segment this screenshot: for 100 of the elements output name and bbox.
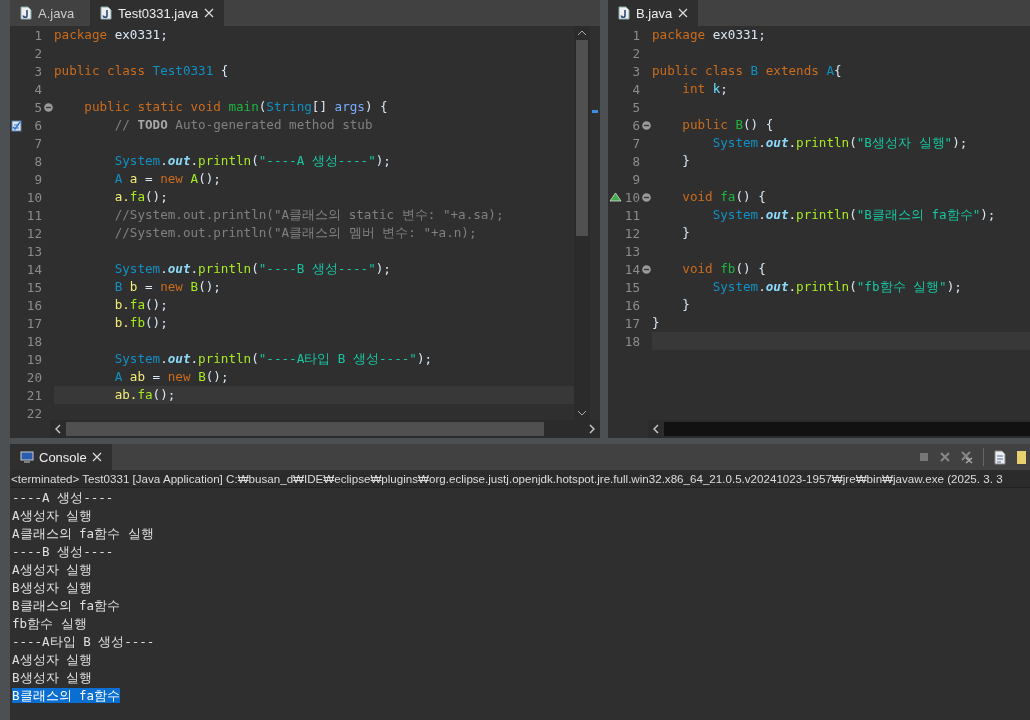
document-icon[interactable] bbox=[993, 449, 1007, 465]
line-number: 5 bbox=[631, 99, 640, 115]
code-line: A a = new A(); bbox=[113, 170, 222, 188]
line-number: 16 bbox=[25, 297, 42, 313]
code-line: } bbox=[681, 224, 691, 242]
code-line: package ex0331; bbox=[652, 26, 767, 44]
line-number: 13 bbox=[25, 243, 42, 259]
code-line: int k; bbox=[681, 80, 729, 98]
console-output-line: B클래스의 fa함수 bbox=[12, 598, 121, 613]
line-number: 9 bbox=[33, 171, 42, 187]
code-line: } bbox=[681, 152, 691, 170]
line-number: 14 bbox=[25, 261, 42, 277]
console-output-line: A생성자 실행 bbox=[12, 562, 93, 577]
console-output-line: A생성자 실행 bbox=[12, 652, 93, 667]
code-line: // TODO Auto-generated method stub bbox=[113, 116, 374, 134]
line-number: 20 bbox=[25, 369, 42, 385]
editor-tab[interactable]: B.java bbox=[608, 0, 699, 26]
java-file-icon bbox=[20, 6, 32, 20]
line-number: 10 bbox=[623, 189, 640, 205]
close-icon[interactable] bbox=[204, 8, 215, 18]
java-file-icon bbox=[618, 6, 630, 20]
line-number: 3 bbox=[33, 63, 42, 79]
code-line: System.out.println("B클래스의 fa함수"); bbox=[711, 206, 997, 224]
code-line: //System.out.println("A클래스의 멤버 변수: "+a.n); bbox=[113, 224, 478, 242]
vertical-scrollbar[interactable] bbox=[574, 26, 590, 420]
fold-collapse-icon[interactable] bbox=[641, 120, 651, 130]
code-line: b.fa(); bbox=[113, 296, 169, 314]
line-number: 7 bbox=[33, 135, 42, 151]
line-number: 17 bbox=[25, 315, 42, 331]
line-number: 11 bbox=[623, 207, 640, 223]
line-number: 14 bbox=[623, 261, 640, 277]
line-number: 8 bbox=[33, 153, 42, 169]
line-number: 12 bbox=[623, 225, 640, 241]
console-output-line: A클래스의 fa함수 실행 bbox=[12, 526, 154, 541]
line-number: 18 bbox=[623, 333, 640, 349]
code-line: void fb() { bbox=[681, 260, 767, 278]
line-number: 15 bbox=[25, 279, 42, 295]
close-icon[interactable] bbox=[678, 8, 689, 18]
line-number: 15 bbox=[623, 279, 640, 295]
console-output-line: A생성자 실행 bbox=[12, 508, 93, 523]
line-number: 6 bbox=[33, 117, 42, 133]
line-number: 3 bbox=[631, 63, 640, 79]
line-number: 21 bbox=[25, 387, 42, 403]
console-output-line: B생성자 실행 bbox=[12, 580, 93, 595]
line-number: 22 bbox=[25, 405, 42, 420]
code-line: System.out.println("B생성자 실행"); bbox=[711, 134, 969, 152]
editor-tab[interactable]: A.java bbox=[10, 0, 90, 26]
code-line: b.fb(); bbox=[113, 314, 169, 332]
code-line: A ab = new B(); bbox=[113, 368, 230, 386]
console-output-line: fb함수 실행 bbox=[12, 616, 87, 631]
code-line: package ex0331; bbox=[54, 26, 169, 44]
console-output-line: ----A 생성---- bbox=[12, 490, 114, 505]
code-line: B b = new B(); bbox=[113, 278, 222, 296]
line-number: 16 bbox=[623, 297, 640, 313]
line-number: 19 bbox=[25, 351, 42, 367]
code-line: public static void main(String[] args) { bbox=[83, 98, 389, 116]
code-line: public B() { bbox=[681, 116, 775, 134]
line-number: 7 bbox=[631, 135, 640, 151]
editor-tab[interactable]: Test0331.java bbox=[90, 0, 225, 26]
horizontal-scrollbar[interactable] bbox=[50, 420, 600, 438]
code-line: public class B extends A{ bbox=[652, 62, 843, 80]
code-line: a.fa(); bbox=[113, 188, 169, 206]
fold-collapse-icon[interactable] bbox=[641, 264, 651, 274]
fold-collapse-icon[interactable] bbox=[43, 102, 53, 112]
code-line: void fa() { bbox=[681, 188, 767, 206]
line-number: 1 bbox=[631, 27, 640, 43]
line-number: 6 bbox=[631, 117, 640, 133]
code-line: } bbox=[681, 296, 691, 314]
line-number: 5 bbox=[33, 99, 42, 115]
line-number: 10 bbox=[25, 189, 42, 205]
line-number: 17 bbox=[623, 315, 640, 331]
code-line: //System.out.println("A클래스의 static 변수: "+a.sa); bbox=[113, 206, 505, 224]
close-icon[interactable] bbox=[91, 452, 102, 462]
console-output-line: B생성자 실행 bbox=[12, 670, 93, 685]
console-icon bbox=[20, 451, 34, 463]
line-number: 12 bbox=[25, 225, 42, 241]
line-number: 13 bbox=[623, 243, 640, 259]
line-number: 4 bbox=[631, 81, 640, 97]
console-output-line: ----B 생성---- bbox=[12, 544, 114, 559]
line-number: 9 bbox=[631, 171, 640, 187]
line-number: 4 bbox=[33, 81, 42, 97]
line-number: 1 bbox=[33, 27, 42, 43]
line-number: 11 bbox=[25, 207, 42, 223]
fold-collapse-icon[interactable] bbox=[641, 192, 651, 202]
remove-icon[interactable] bbox=[939, 451, 951, 463]
horizontal-scrollbar[interactable] bbox=[648, 420, 1030, 438]
line-number: 8 bbox=[631, 153, 640, 169]
line-number: 2 bbox=[631, 45, 640, 61]
code-line: public class Test0331 { bbox=[54, 62, 230, 80]
code-line: System.out.println("----A타입 B 생성----"); bbox=[113, 350, 434, 368]
code-line: System.out.println("----A 생성----"); bbox=[113, 152, 392, 170]
line-number: 18 bbox=[25, 333, 42, 349]
code-line: } bbox=[652, 314, 661, 332]
java-file-icon bbox=[100, 6, 112, 20]
console-tab[interactable]: Console bbox=[10, 444, 112, 470]
line-number: 2 bbox=[33, 45, 42, 61]
code-line: System.out.println("----B 생성----"); bbox=[113, 260, 392, 278]
remove-all-icon[interactable] bbox=[960, 450, 974, 464]
code-line: System.out.println("fb함수 실행"); bbox=[711, 278, 963, 296]
console-output-line: ----A타입 B 생성---- bbox=[12, 634, 155, 649]
